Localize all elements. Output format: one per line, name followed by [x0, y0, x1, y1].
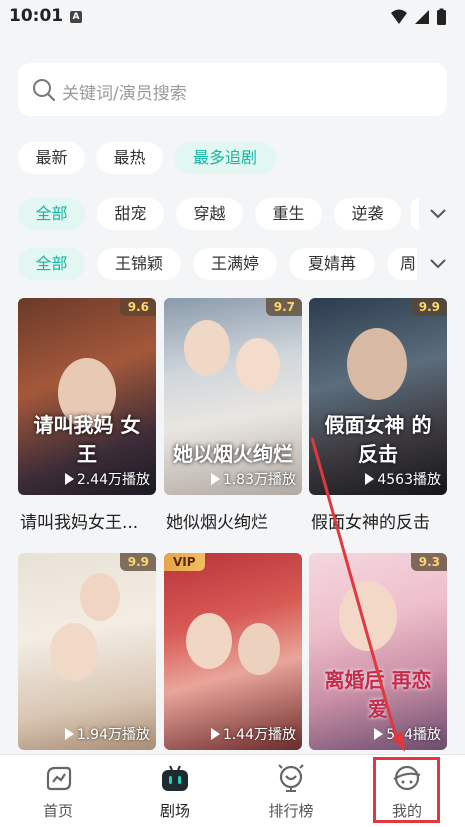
- tab-ranking[interactable]: 排行榜: [246, 755, 336, 827]
- play-icon: [210, 728, 220, 740]
- search-input-placeholder: 关键词/演员搜索: [62, 84, 187, 104]
- tab-theater-label: 剧场: [159, 802, 190, 820]
- genre-filter-all[interactable]: 全部: [18, 198, 85, 230]
- drama-poster[interactable]: 9.9 1.94万播放: [18, 553, 156, 750]
- rating-badge: 9.7: [265, 298, 302, 316]
- tab-ranking-label: 排行榜: [268, 802, 314, 820]
- search-icon: [33, 79, 56, 102]
- notification-icon: A: [70, 11, 82, 23]
- play-count: 4563播放: [365, 469, 441, 489]
- sort-tab-most-followed[interactable]: 最多追剧: [174, 142, 276, 174]
- rating-badge: 9.3: [410, 553, 447, 571]
- drama-card[interactable]: 9.9 1.94万播放: [18, 553, 156, 753]
- wifi-icon: [391, 9, 407, 24]
- play-icon: [64, 473, 74, 485]
- chevron-down-icon[interactable]: [428, 257, 448, 271]
- poster-title-art: 她以烟火绚烂: [173, 442, 293, 466]
- genre-filter-comeback[interactable]: 逆袭: [334, 198, 401, 230]
- signal-icon: [415, 10, 429, 24]
- drama-poster[interactable]: VIP 1.44万播放: [164, 553, 302, 750]
- drama-poster[interactable]: 离婚后 再恋爱 9.3 5. 4播放: [309, 553, 447, 750]
- tab-theater[interactable]: 剧场: [130, 755, 220, 827]
- drama-title[interactable]: 请叫我妈女王...: [20, 508, 138, 533]
- poster-title-art: 假面女神 的反击: [324, 413, 432, 466]
- play-icon: [210, 473, 220, 485]
- tab-home[interactable]: 首页: [13, 755, 103, 827]
- genre-filter-sweet[interactable]: 甜宠: [97, 198, 164, 230]
- drama-card[interactable]: 她以烟火绚烂 9.7 1.83万播放 她似烟火绚烂: [164, 298, 302, 538]
- genre-filter-overflow: [411, 198, 419, 230]
- battery-icon: [437, 10, 446, 25]
- drama-title[interactable]: 假面女神的反击: [311, 508, 430, 533]
- search-bar[interactable]: 关键词/演员搜索: [18, 63, 447, 116]
- genre-filter-time-travel[interactable]: 穿越: [176, 198, 243, 230]
- poster-figure: [80, 573, 120, 621]
- sort-tab-latest[interactable]: 最新: [18, 142, 85, 174]
- drama-card[interactable]: VIP 1.44万播放: [164, 553, 302, 753]
- play-count-text: 1.94万播放: [76, 727, 150, 743]
- tv-icon: [162, 765, 188, 791]
- status-bar: 10:01 A: [0, 0, 465, 34]
- poster-title-art: 离婚后 再恋爱: [324, 668, 432, 721]
- poster-title-art: 请叫我妈 女王: [33, 413, 141, 466]
- actor-filter-xia-jingran[interactable]: 夏婧苒: [289, 248, 375, 280]
- play-count: 1.94万播放: [64, 724, 150, 744]
- system-status-icons: [391, 8, 446, 25]
- drama-card[interactable]: 假面女神 的反击 9.9 4563播放 假面女神的反击: [309, 298, 447, 538]
- rating-badge: 9.9: [410, 298, 447, 316]
- play-count: 1.83万播放: [210, 469, 296, 489]
- poster-figure: [236, 338, 280, 392]
- drama-card[interactable]: 请叫我妈 女王 9.6 2.44万播放 请叫我妈女王...: [18, 298, 156, 538]
- actor-filter-zhou[interactable]: 周: [387, 248, 417, 280]
- poster-figure: [347, 328, 407, 400]
- genre-filter-rebirth[interactable]: 重生: [255, 198, 322, 230]
- home-icon: [46, 766, 72, 791]
- drama-card[interactable]: 离婚后 再恋爱 9.3 5. 4播放: [309, 553, 447, 753]
- play-count-text: 5. 4播放: [386, 727, 441, 743]
- play-icon: [374, 728, 384, 740]
- tab-home-label: 首页: [42, 802, 73, 820]
- poster-figure: [186, 613, 232, 669]
- vip-badge: VIP: [164, 553, 205, 571]
- annotation-highlight-box: [373, 757, 440, 823]
- poster-figure: [339, 581, 397, 651]
- rating-badge: 9.9: [119, 553, 156, 571]
- trophy-icon: [278, 764, 304, 792]
- drama-poster[interactable]: 假面女神 的反击 9.9 4563播放: [309, 298, 447, 495]
- chevron-down-icon[interactable]: [428, 207, 448, 221]
- play-count-text: 1.44万播放: [222, 727, 296, 743]
- poster-figure: [238, 623, 280, 675]
- drama-poster[interactable]: 请叫我妈 女王 9.6 2.44万播放: [18, 298, 156, 495]
- play-count-text: 1.83万播放: [222, 472, 296, 488]
- play-icon: [365, 473, 375, 485]
- drama-poster[interactable]: 她以烟火绚烂 9.7 1.83万播放: [164, 298, 302, 495]
- poster-figure: [184, 320, 230, 376]
- actor-filter-all[interactable]: 全部: [18, 248, 85, 280]
- play-count: 5. 4播放: [374, 724, 441, 744]
- sort-tab-hottest[interactable]: 最热: [96, 142, 163, 174]
- play-count: 2.44万播放: [64, 469, 150, 489]
- actor-filter-wang-manting[interactable]: 王满婷: [193, 248, 277, 280]
- poster-figure: [50, 623, 98, 681]
- rating-badge: 9.6: [119, 298, 156, 316]
- play-count-text: 4563播放: [377, 472, 441, 488]
- actor-filter-wang-jinying[interactable]: 王锦颖: [97, 248, 181, 280]
- play-icon: [64, 728, 74, 740]
- status-time: 10:01: [9, 6, 64, 26]
- play-count-text: 2.44万播放: [76, 472, 150, 488]
- play-count: 1.44万播放: [210, 724, 296, 744]
- drama-title[interactable]: 她似烟火绚烂: [166, 508, 268, 533]
